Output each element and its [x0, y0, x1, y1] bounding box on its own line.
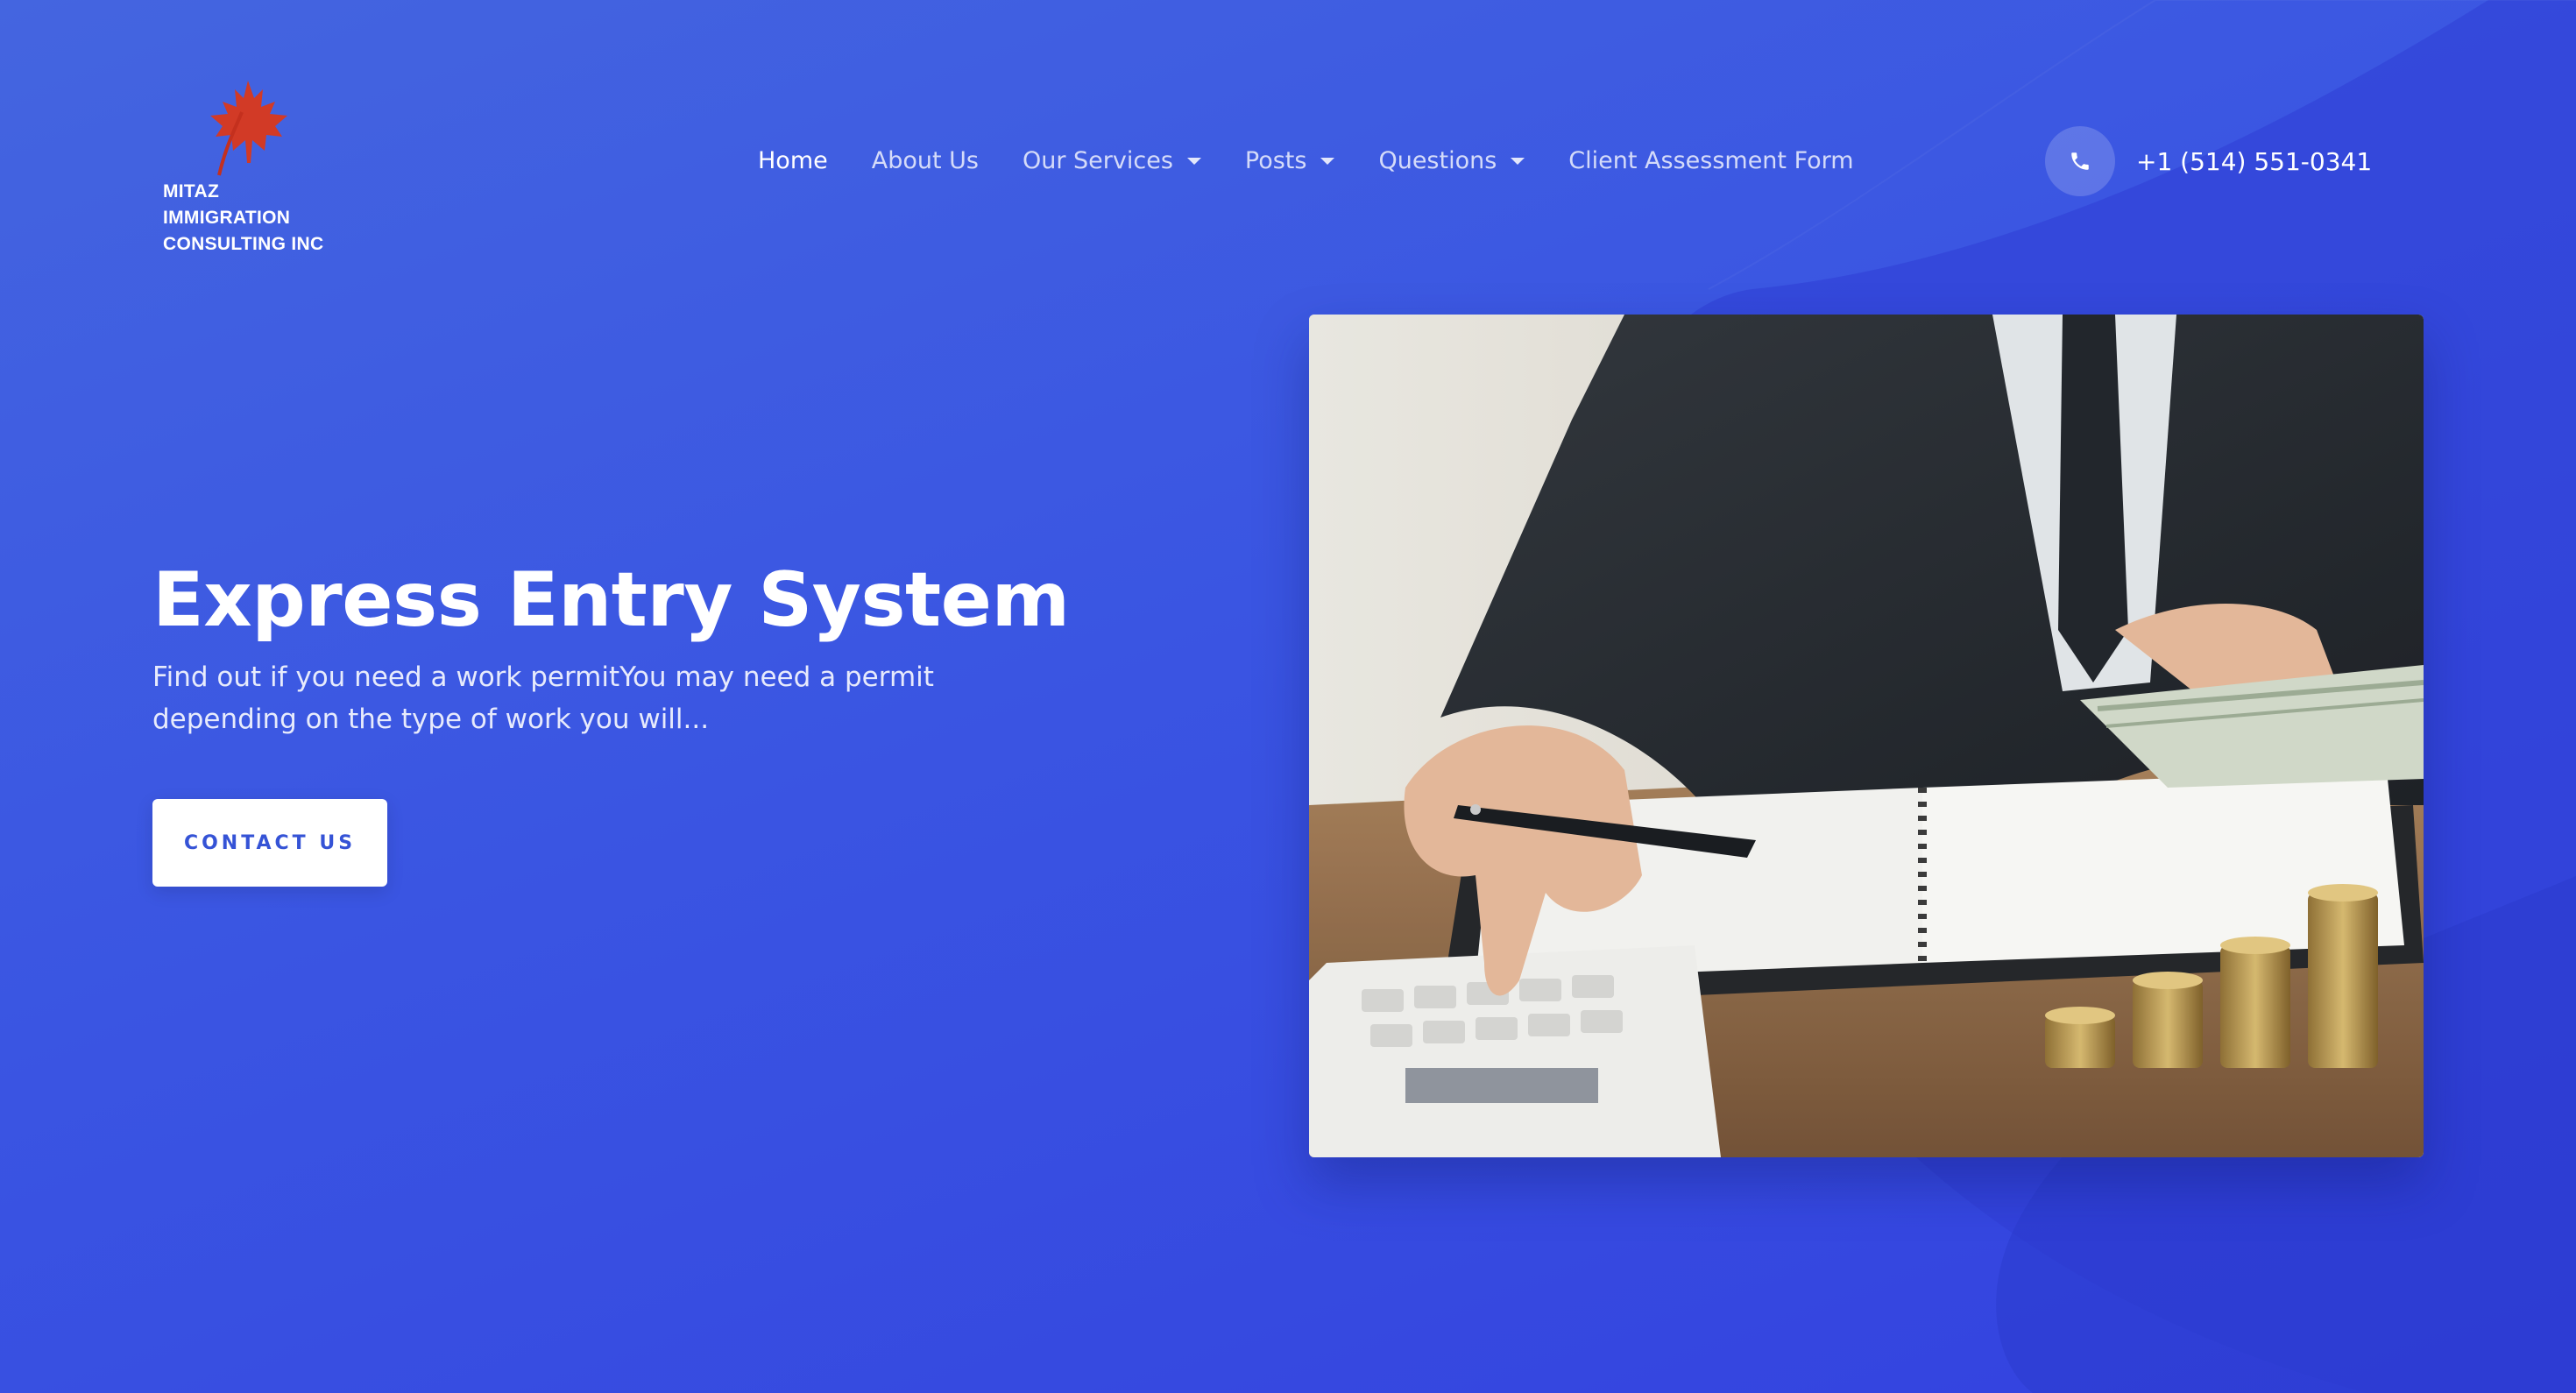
hero-photo — [1309, 315, 2424, 1157]
phone-icon-circle — [2045, 126, 2115, 196]
nav-item-label: Our Services — [1022, 146, 1173, 174]
chevron-down-icon — [1320, 158, 1335, 165]
company-name: MITAZ IMMIGRATION CONSULTING INC — [163, 179, 323, 258]
company-name-line-2: IMMIGRATION — [163, 208, 291, 228]
businessman-calculator-photo — [1309, 315, 2424, 1157]
nav-item-label: Posts — [1244, 146, 1307, 174]
nav-item-about-us[interactable]: About Us — [872, 147, 979, 174]
nav-item-label: About Us — [871, 146, 979, 174]
phone-number[interactable]: +1 (514) 551-0341 — [2136, 147, 2372, 176]
company-name-line-3: CONSULTING INC — [163, 234, 324, 254]
nav-item-client-assessment-form[interactable]: Client Assessment Form — [1568, 147, 1853, 174]
hero-description: Find out if you need a work permitYou ma… — [152, 661, 934, 735]
nav-item-our-services[interactable]: Our Services — [1023, 147, 1201, 174]
chevron-down-icon — [1186, 158, 1201, 165]
main-navigation: Home About Us Our Services Posts Questio… — [758, 140, 1898, 180]
nav-item-label: Home — [758, 146, 828, 174]
nav-item-label: Client Assessment Form — [1568, 146, 1854, 174]
maple-leaf-icon — [210, 81, 287, 176]
site-header: MITAZ IMMIGRATION CONSULTING INC Home Ab… — [0, 0, 2576, 298]
nav-item-home[interactable]: Home — [758, 147, 828, 174]
contact-us-button[interactable]: CONTACT US — [152, 799, 387, 887]
hero-title: Express Entry System — [152, 555, 1070, 644]
nav-item-posts[interactable]: Posts — [1245, 147, 1335, 174]
company-name-line-1: MITAZ — [163, 181, 220, 202]
phone-contact[interactable]: +1 (514) 551-0341 — [2045, 126, 2372, 196]
nav-item-label: Questions — [1378, 146, 1497, 174]
chevron-down-icon — [1511, 158, 1525, 165]
phone-icon — [2071, 152, 2089, 170]
company-logo[interactable]: MITAZ IMMIGRATION CONSULTING INC — [163, 77, 356, 261]
nav-item-questions[interactable]: Questions — [1378, 147, 1525, 174]
